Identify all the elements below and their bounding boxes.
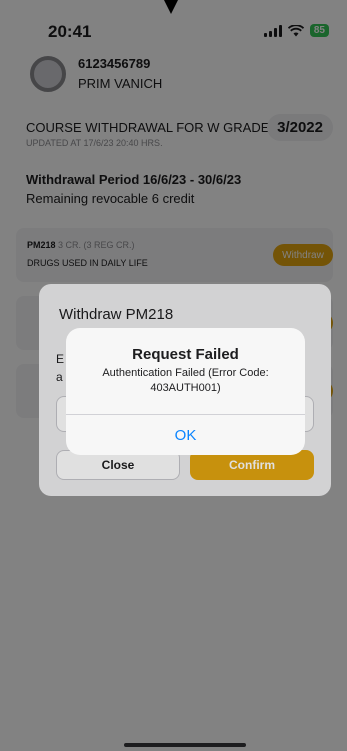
home-indicator[interactable] [124,743,246,747]
alert-title: Request Failed [132,346,239,363]
alert-message: Authentication Failed (Error Code: 403AU… [102,367,269,394]
pointer-arrow-icon [164,0,178,14]
alert-ok-button[interactable]: OK [66,415,305,455]
error-alert: Request Failed Authentication Failed (Er… [66,328,305,455]
phone-screen: 20:41 85 6123456789 PRIM VANICH COURSE W… [0,0,347,751]
